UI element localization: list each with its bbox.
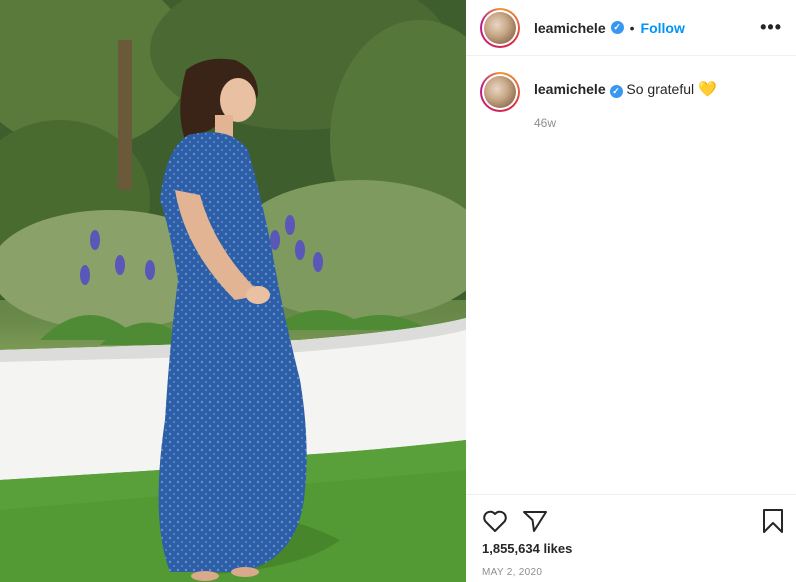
separator-dot: • bbox=[629, 19, 635, 36]
follow-button[interactable]: Follow bbox=[641, 20, 685, 36]
caption-username[interactable]: leamichele bbox=[534, 81, 606, 97]
likes-count[interactable]: 1,855,634 likes bbox=[482, 541, 572, 556]
caption-comment: leamichele ✓ So grateful 💛 46w bbox=[480, 72, 790, 130]
caption-avatar[interactable] bbox=[480, 72, 520, 112]
caption-text: So grateful bbox=[626, 81, 695, 97]
photo-scene bbox=[0, 0, 466, 582]
header-username[interactable]: leamichele bbox=[534, 20, 606, 36]
caption-body: leamichele ✓ So grateful 💛 46w bbox=[534, 80, 717, 130]
yellow-heart-emoji: 💛 bbox=[698, 81, 717, 98]
post-actions-bar: 1,855,634 likes MAY 2, 2020 bbox=[466, 494, 796, 582]
caption-timestamp[interactable]: 46w bbox=[534, 116, 717, 130]
post-header: leamichele ✓ • Follow ••• bbox=[466, 0, 796, 56]
bookmark-icon[interactable] bbox=[762, 508, 784, 539]
caption-verified-badge-icon: ✓ bbox=[609, 85, 623, 98]
avatar-image bbox=[484, 11, 516, 44]
header-user-info: leamichele ✓ • Follow bbox=[534, 20, 685, 36]
avatar[interactable] bbox=[480, 7, 520, 48]
verified-badge-icon: ✓ bbox=[610, 21, 624, 34]
post-date[interactable]: MAY 2, 2020 bbox=[482, 567, 542, 578]
post-side-panel: leamichele ✓ • Follow ••• leamichele ✓ S… bbox=[466, 0, 796, 582]
post-photo[interactable] bbox=[0, 0, 466, 582]
send-icon[interactable] bbox=[522, 509, 548, 538]
heart-outline-icon[interactable] bbox=[482, 509, 508, 538]
caption-avatar-image bbox=[484, 76, 516, 108]
more-options-icon[interactable]: ••• bbox=[760, 18, 782, 36]
